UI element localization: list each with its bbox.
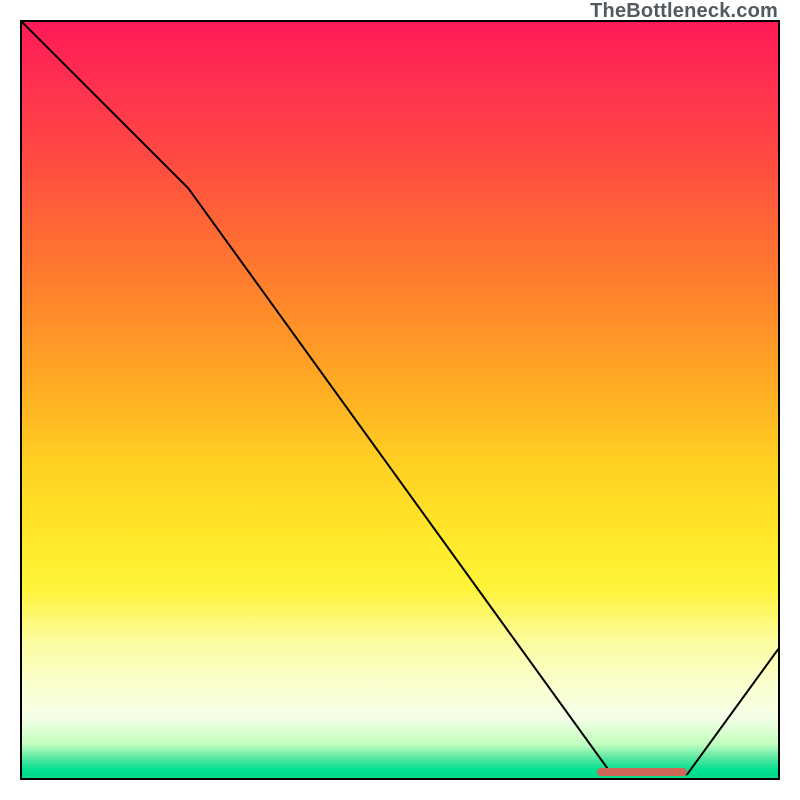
highlight-bar xyxy=(597,768,688,776)
line-chart xyxy=(22,22,778,778)
chart-frame xyxy=(20,20,780,780)
chart-line xyxy=(22,22,778,774)
